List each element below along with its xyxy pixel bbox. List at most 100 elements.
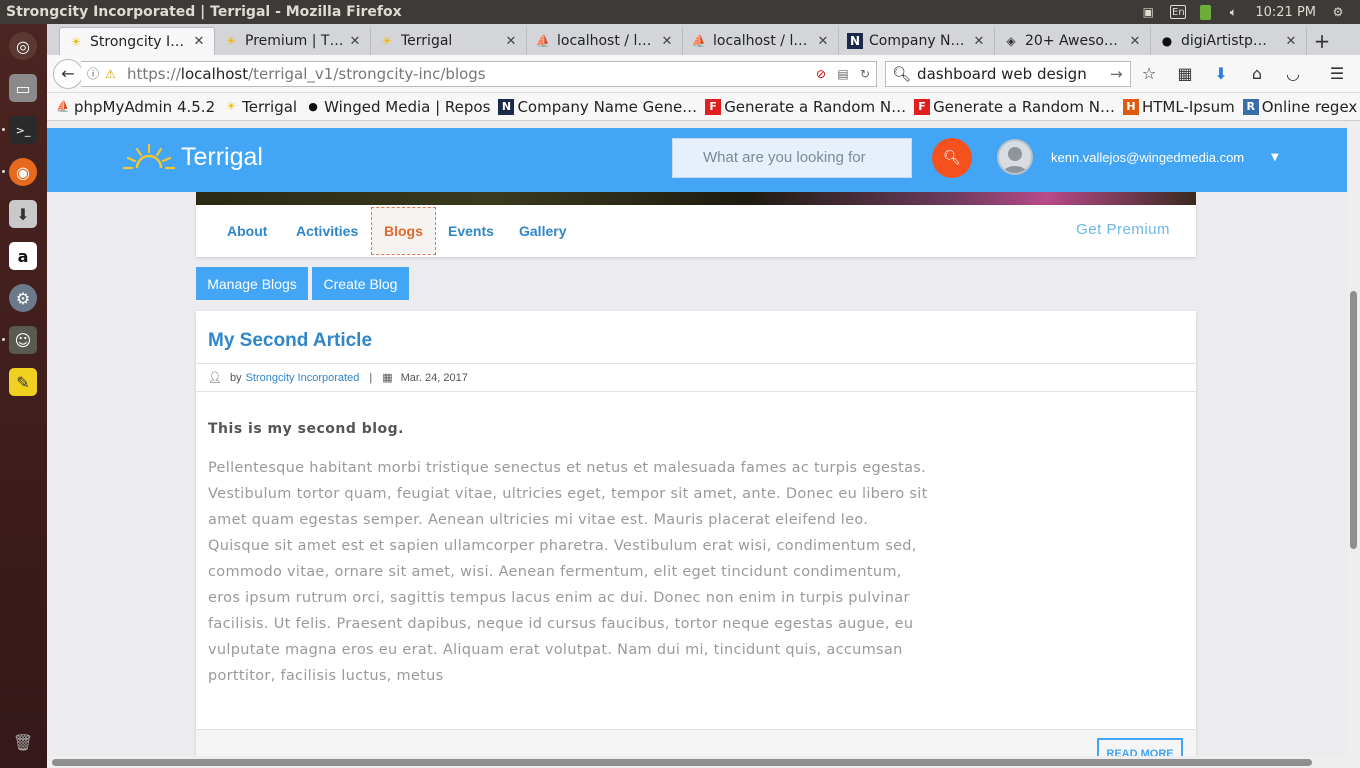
amazon-icon[interactable]: a	[9, 242, 37, 270]
close-tab-icon[interactable]: ✕	[348, 34, 362, 49]
user-email[interactable]: kenn.vallejos@wingedmedia.com	[1051, 150, 1244, 165]
clock[interactable]: 10:21 PM	[1255, 5, 1316, 20]
gimp-icon[interactable]: ☺	[9, 326, 37, 354]
firefox-window: ☀ Strongcity I… ✕ ☀ Premium | T… ✕ ☀ Ter…	[47, 24, 1360, 768]
blog-article-card: My Second Article 👤︎ by Strongcity Incor…	[196, 311, 1196, 768]
dropbox-icon[interactable]: ▣	[1140, 5, 1156, 19]
files-icon[interactable]: ▭	[9, 74, 37, 102]
keyboard-layout-indicator[interactable]: En	[1170, 5, 1187, 19]
tab-strongcity[interactable]: ☀ Strongcity I… ✕	[59, 27, 215, 55]
site-search-input[interactable]: What are you looking for	[672, 138, 912, 178]
trash-icon[interactable]: 🗑︎	[9, 728, 37, 756]
bookmark-winged-media[interactable]: ● Winged Media | Repos	[305, 98, 490, 116]
close-tab-icon[interactable]: ✕	[1284, 34, 1298, 49]
user-avatar[interactable]	[997, 139, 1033, 175]
horizontal-scrollbar[interactable]	[47, 756, 1347, 768]
bookmark-phpmyadmin[interactable]: ⛵ phpMyAdmin 4.5.2	[55, 98, 215, 116]
phpmyadmin-favicon-icon: ⛵	[691, 34, 707, 48]
new-tab-plus-icon[interactable]: +	[1307, 27, 1337, 55]
close-tab-icon[interactable]: ✕	[972, 34, 986, 49]
close-tab-icon[interactable]: ✕	[1128, 34, 1142, 49]
nav-blogs[interactable]: Blogs	[371, 207, 436, 255]
site-logo[interactable]: Terrigal	[123, 142, 263, 172]
nav-about[interactable]: About	[227, 207, 267, 255]
close-tab-icon[interactable]: ✕	[192, 34, 206, 49]
blocked-content-icon[interactable]: ⊘	[810, 67, 832, 81]
tab-localhost-1[interactable]: ⛵ localhost / l… ✕	[527, 27, 683, 55]
tab-terrigal[interactable]: ☀ Terrigal ✕	[371, 27, 527, 55]
close-tab-icon[interactable]: ✕	[504, 34, 518, 49]
user-menu-caret-icon[interactable]: ▼	[1271, 152, 1279, 163]
article-title[interactable]: My Second Article	[208, 330, 372, 352]
terrigal-favicon-icon: ☀	[70, 34, 82, 49]
downloads-icon[interactable]: ⬇	[1203, 64, 1239, 83]
bookmarks-library-icon[interactable]: ▦	[1167, 64, 1203, 83]
meta-by: by	[229, 371, 242, 384]
bookmark-star-icon[interactable]: ☆	[1131, 64, 1167, 83]
user-icon: 👤︎	[208, 372, 222, 384]
bookmarks-toolbar: ⛵ phpMyAdmin 4.5.2 ☀ Terrigal ● Winged Medi…	[47, 93, 1360, 121]
tab-label: localhost / l…	[713, 33, 808, 49]
url-prefix: https://	[127, 64, 181, 83]
firefox-icon[interactable]: ◉	[9, 158, 37, 186]
site-info-icon[interactable]: ⓘ	[87, 65, 105, 82]
sun-logo-icon	[123, 143, 175, 170]
phpmyadmin-favicon-icon: ⛵	[56, 100, 70, 113]
search-query: dashboard web design	[917, 64, 1087, 83]
system-settings-icon[interactable]: ⚙	[9, 284, 37, 312]
ubuntu-dash-icon[interactable]: ◎	[9, 32, 37, 60]
battery-icon[interactable]	[1200, 4, 1212, 20]
nav-activities[interactable]: Activities	[296, 207, 358, 255]
meta-separator: |	[369, 371, 373, 384]
bookmark-label: Generate a Random N…	[724, 97, 907, 116]
terrigal-favicon-icon: ☀	[226, 100, 237, 113]
vertical-scroll-thumb[interactable]	[1350, 291, 1357, 549]
power-gear-icon[interactable]: ⚙	[1330, 5, 1346, 19]
bookmark-html-ipsum[interactable]: H HTML-Ipsum	[1122, 98, 1235, 116]
tab-awesome[interactable]: ◈ 20+ Aweso… ✕	[995, 27, 1151, 55]
reload-icon[interactable]: ↻	[854, 67, 876, 81]
tab-company-name[interactable]: N Company N… ✕	[839, 27, 995, 55]
terminal-icon[interactable]: >_	[9, 116, 37, 144]
warning-icon[interactable]: ⚠	[105, 67, 123, 81]
home-icon[interactable]: ⌂	[1239, 64, 1275, 83]
tab-label: Company N…	[869, 33, 965, 49]
volume-icon[interactable]: 🔈︎	[1225, 5, 1241, 19]
bookmark-random-name-1[interactable]: F Generate a Random N…	[705, 98, 906, 116]
site-search-button[interactable]: 🔍︎	[932, 138, 972, 178]
tab-premium[interactable]: ☀ Premium | T… ✕	[215, 27, 371, 55]
terrigal-favicon-icon: ☀	[225, 34, 237, 48]
close-tab-icon[interactable]: ✕	[816, 34, 830, 49]
search-bar[interactable]: 🔍︎ dashboard web design →	[885, 60, 1131, 87]
vertical-scrollbar[interactable]	[1347, 121, 1360, 768]
url-path: /terrigal_v1/strongcity-inc/blogs	[248, 64, 486, 83]
bookmark-regex-tester[interactable]: ROnline regex tester	[1242, 98, 1360, 116]
bookmark-random-name-2[interactable]: F Generate a Random N…	[914, 98, 1115, 116]
reader-view-icon[interactable]: ▤	[832, 67, 854, 81]
article-author-link[interactable]: Strongcity Incorporated	[246, 372, 360, 384]
back-arrow-icon[interactable]: ←	[53, 58, 83, 89]
terrigal-favicon-icon: ☀	[381, 34, 393, 48]
tab-digiartist[interactable]: ● digiArtistp… ✕	[1151, 27, 1307, 55]
manage-blogs-button[interactable]: Manage Blogs	[196, 267, 308, 300]
sticky-notes-icon[interactable]: ✎	[9, 368, 37, 396]
tab-localhost-2[interactable]: ⛵ localhost / l… ✕	[683, 27, 839, 55]
software-center-icon[interactable]: ⬇	[9, 200, 37, 228]
search-go-arrow-icon[interactable]: →	[1110, 65, 1130, 83]
menu-hamburger-icon[interactable]: ☰	[1319, 64, 1355, 83]
bookmark-company-name[interactable]: N Company Name Gene…	[498, 98, 697, 116]
pocket-icon[interactable]: ◡	[1275, 64, 1311, 83]
close-tab-icon[interactable]: ✕	[660, 34, 674, 49]
nav-gallery[interactable]: Gallery	[519, 207, 566, 255]
nav-events[interactable]: Events	[448, 207, 494, 255]
create-blog-button[interactable]: Create Blog	[312, 267, 409, 300]
namelix-favicon-icon: N	[498, 98, 515, 115]
search-icon: 🔍︎	[943, 150, 961, 166]
bookmark-terrigal[interactable]: ☀ Terrigal	[223, 98, 297, 116]
cover-image	[196, 192, 1196, 205]
get-premium-link[interactable]: Get Premium	[1076, 221, 1170, 238]
fakename-favicon-icon: F	[914, 98, 931, 115]
url-bar[interactable]: ⓘ ⚠ https://localhost/terrigal_v1/strong…	[81, 60, 877, 87]
horizontal-scroll-thumb[interactable]	[52, 759, 1312, 766]
bookmark-label: Terrigal	[242, 97, 298, 116]
